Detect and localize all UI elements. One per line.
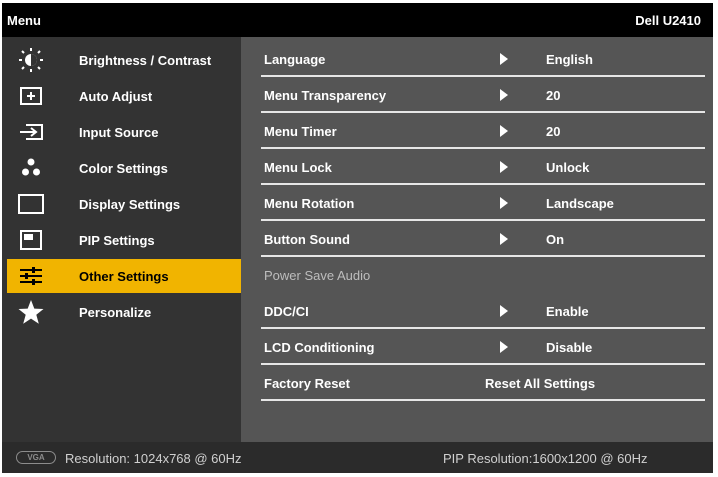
sidebar-item-other-settings[interactable]: Other Settings <box>7 259 241 293</box>
sidebar-item-brightness-contrast[interactable]: Brightness / Contrast <box>5 43 241 77</box>
setting-name: LCD Conditioning <box>264 340 375 355</box>
setting-row-menu-transparency[interactable]: Menu Transparency 20 <box>261 77 705 113</box>
status-bar: VGA Resolution: 1024x768 @ 60Hz PIP Reso… <box>2 442 713 473</box>
sidebar-item-label: Brightness / Contrast <box>79 53 212 68</box>
sidebar-item-input-source[interactable]: Input Source <box>5 115 241 149</box>
sidebar-item-personalize[interactable]: Personalize <box>5 295 241 329</box>
setting-name: Button Sound <box>264 232 350 247</box>
setting-row-menu-rotation[interactable]: Menu Rotation Landscape <box>261 185 705 221</box>
setting-value: Disable <box>546 340 593 355</box>
pip-settings-icon <box>17 227 45 253</box>
display-settings-icon <box>17 191 45 217</box>
input-source-icon <box>17 119 45 145</box>
osd-menu: Menu Dell U2410 Brightness / Contrast Au… <box>2 3 713 473</box>
sidebar-item-label: Other Settings <box>79 269 169 284</box>
brightness-icon <box>17 47 45 73</box>
setting-value: 20 <box>546 88 561 103</box>
sidebar-item-label: Input Source <box>79 125 159 140</box>
settings-panel: Language English Menu Transparency 20 Me… <box>241 37 713 442</box>
setting-name: DDC/CI <box>264 304 309 319</box>
menu-body: Brightness / Contrast Auto Adjust Input … <box>2 37 713 442</box>
color-settings-icon <box>17 155 45 181</box>
star-icon <box>17 299 45 325</box>
setting-row-button-sound[interactable]: Button Sound On <box>261 221 705 257</box>
setting-row-language[interactable]: Language English <box>261 41 705 77</box>
setting-name: Menu Transparency <box>264 88 387 103</box>
setting-row-factory-reset[interactable]: Factory Reset Reset All Settings <box>261 365 705 401</box>
monitor-model: Dell U2410 <box>635 13 701 28</box>
arrow-right-icon <box>500 305 508 317</box>
setting-value: Unlock <box>546 160 590 175</box>
setting-value: English <box>546 52 593 67</box>
other-settings-icon <box>17 263 45 289</box>
arrow-right-icon <box>500 341 508 353</box>
arrow-right-icon <box>500 161 508 173</box>
sidebar-item-pip-settings[interactable]: PIP Settings <box>5 223 241 257</box>
sidebar-item-auto-adjust[interactable]: Auto Adjust <box>5 79 241 113</box>
sidebar-item-label: Auto Adjust <box>79 89 153 104</box>
sidebar-item-color-settings[interactable]: Color Settings <box>5 151 241 185</box>
arrow-right-icon <box>500 233 508 245</box>
setting-name: Menu Timer <box>264 124 337 139</box>
setting-value: Enable <box>546 304 589 319</box>
setting-name: Menu Lock <box>264 160 332 175</box>
menu-title: Menu <box>7 13 41 28</box>
resolution-text: Resolution: 1024x768 @ 60Hz <box>65 451 242 466</box>
setting-row-ddc-ci[interactable]: DDC/CI Enable <box>261 293 705 329</box>
sidebar: Brightness / Contrast Auto Adjust Input … <box>2 37 241 442</box>
setting-name: Power Save Audio <box>264 268 371 283</box>
arrow-right-icon <box>500 89 508 101</box>
pip-resolution-text: PIP Resolution:1600x1200 @ 60Hz <box>443 451 648 466</box>
arrow-right-icon <box>500 53 508 65</box>
setting-value: Reset All Settings <box>485 376 596 391</box>
arrow-right-icon <box>500 125 508 137</box>
sidebar-item-label: Display Settings <box>79 197 181 212</box>
setting-name: Language <box>264 52 326 67</box>
sidebar-item-label: Personalize <box>79 305 152 320</box>
setting-value: On <box>546 232 565 247</box>
sidebar-item-label: PIP Settings <box>79 233 155 248</box>
title-bar: Menu Dell U2410 <box>2 3 713 37</box>
setting-name: Menu Rotation <box>264 196 355 211</box>
setting-row-lcd-conditioning[interactable]: LCD Conditioning Disable <box>261 329 705 365</box>
setting-row-menu-timer[interactable]: Menu Timer 20 <box>261 113 705 149</box>
auto-adjust-icon <box>17 83 45 109</box>
setting-row-power-save-audio: Power Save Audio <box>261 257 705 293</box>
arrow-right-icon <box>500 197 508 209</box>
setting-value: 20 <box>546 124 561 139</box>
sidebar-item-label: Color Settings <box>79 161 168 176</box>
setting-row-menu-lock[interactable]: Menu Lock Unlock <box>261 149 705 185</box>
vga-icon: VGA <box>16 451 56 464</box>
sidebar-item-display-settings[interactable]: Display Settings <box>5 187 241 221</box>
setting-name: Factory Reset <box>264 376 350 391</box>
setting-value: Landscape <box>546 196 614 211</box>
